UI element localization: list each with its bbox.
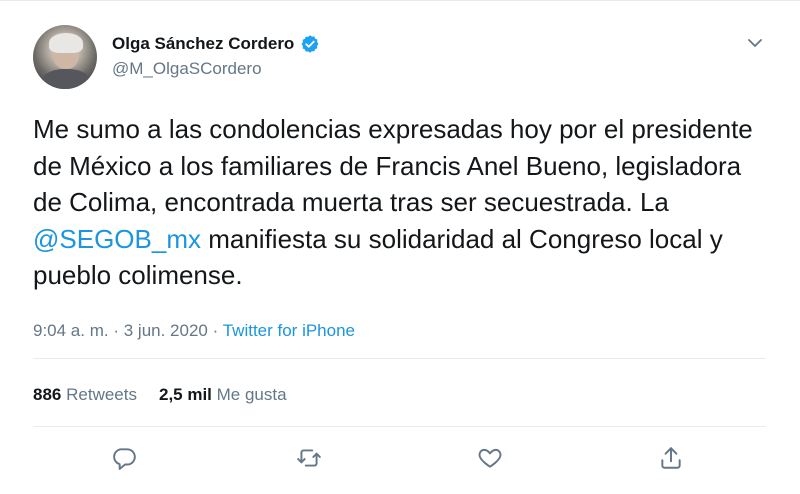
share-icon bbox=[661, 447, 681, 469]
retweets-stat[interactable]: 886 Retweets bbox=[33, 385, 137, 404]
tweet-actions bbox=[0, 445, 800, 475]
avatar-shoulders bbox=[41, 69, 91, 89]
meta-separator: · bbox=[113, 321, 120, 340]
tweet-source-link[interactable]: Twitter for iPhone bbox=[223, 321, 355, 340]
likes-label: Me gusta bbox=[216, 385, 287, 404]
tweet-meta: 9:04 a. m. · 3 jun. 2020 · Twitter for i… bbox=[33, 321, 355, 341]
like-button[interactable] bbox=[477, 445, 507, 475]
likes-stat[interactable]: 2,5 mil Me gusta bbox=[159, 385, 287, 404]
tweet-text: Me sumo a las condolencias expresadas ho… bbox=[33, 111, 773, 294]
author-name-row[interactable]: Olga Sánchez Cordero bbox=[112, 34, 320, 54]
likes-count: 2,5 mil bbox=[158, 385, 212, 404]
tweet-stats: 886 Retweets 2,5 mil Me gusta bbox=[33, 385, 287, 405]
heart-icon bbox=[478, 448, 502, 468]
retweet-button[interactable] bbox=[296, 445, 326, 475]
retweets-count: 886 bbox=[33, 385, 62, 404]
divider bbox=[33, 426, 766, 427]
chevron-down-icon[interactable] bbox=[745, 35, 765, 51]
divider bbox=[33, 358, 766, 359]
author-display-name[interactable]: Olga Sánchez Cordero bbox=[112, 34, 294, 54]
avatar-hair bbox=[49, 33, 83, 53]
retweets-label: Retweets bbox=[66, 385, 137, 404]
mention-link[interactable]: @SEGOB_mx bbox=[33, 224, 201, 254]
share-button[interactable] bbox=[658, 445, 688, 475]
retweet-icon bbox=[297, 449, 321, 467]
tweet-card: Olga Sánchez Cordero @M_OlgaSCordero Me … bbox=[0, 0, 800, 494]
verified-badge-icon bbox=[300, 34, 320, 54]
meta-separator: · bbox=[212, 321, 219, 340]
reply-button[interactable] bbox=[111, 445, 141, 475]
tweet-time[interactable]: 9:04 a. m. bbox=[33, 321, 109, 340]
tweet-date[interactable]: 3 jun. 2020 bbox=[124, 321, 208, 340]
reply-icon bbox=[113, 448, 136, 470]
tweet-text-part: Me sumo a las condolencias expresadas ho… bbox=[33, 114, 753, 217]
author-handle[interactable]: @M_OlgaSCordero bbox=[112, 59, 262, 79]
avatar[interactable] bbox=[33, 25, 97, 89]
